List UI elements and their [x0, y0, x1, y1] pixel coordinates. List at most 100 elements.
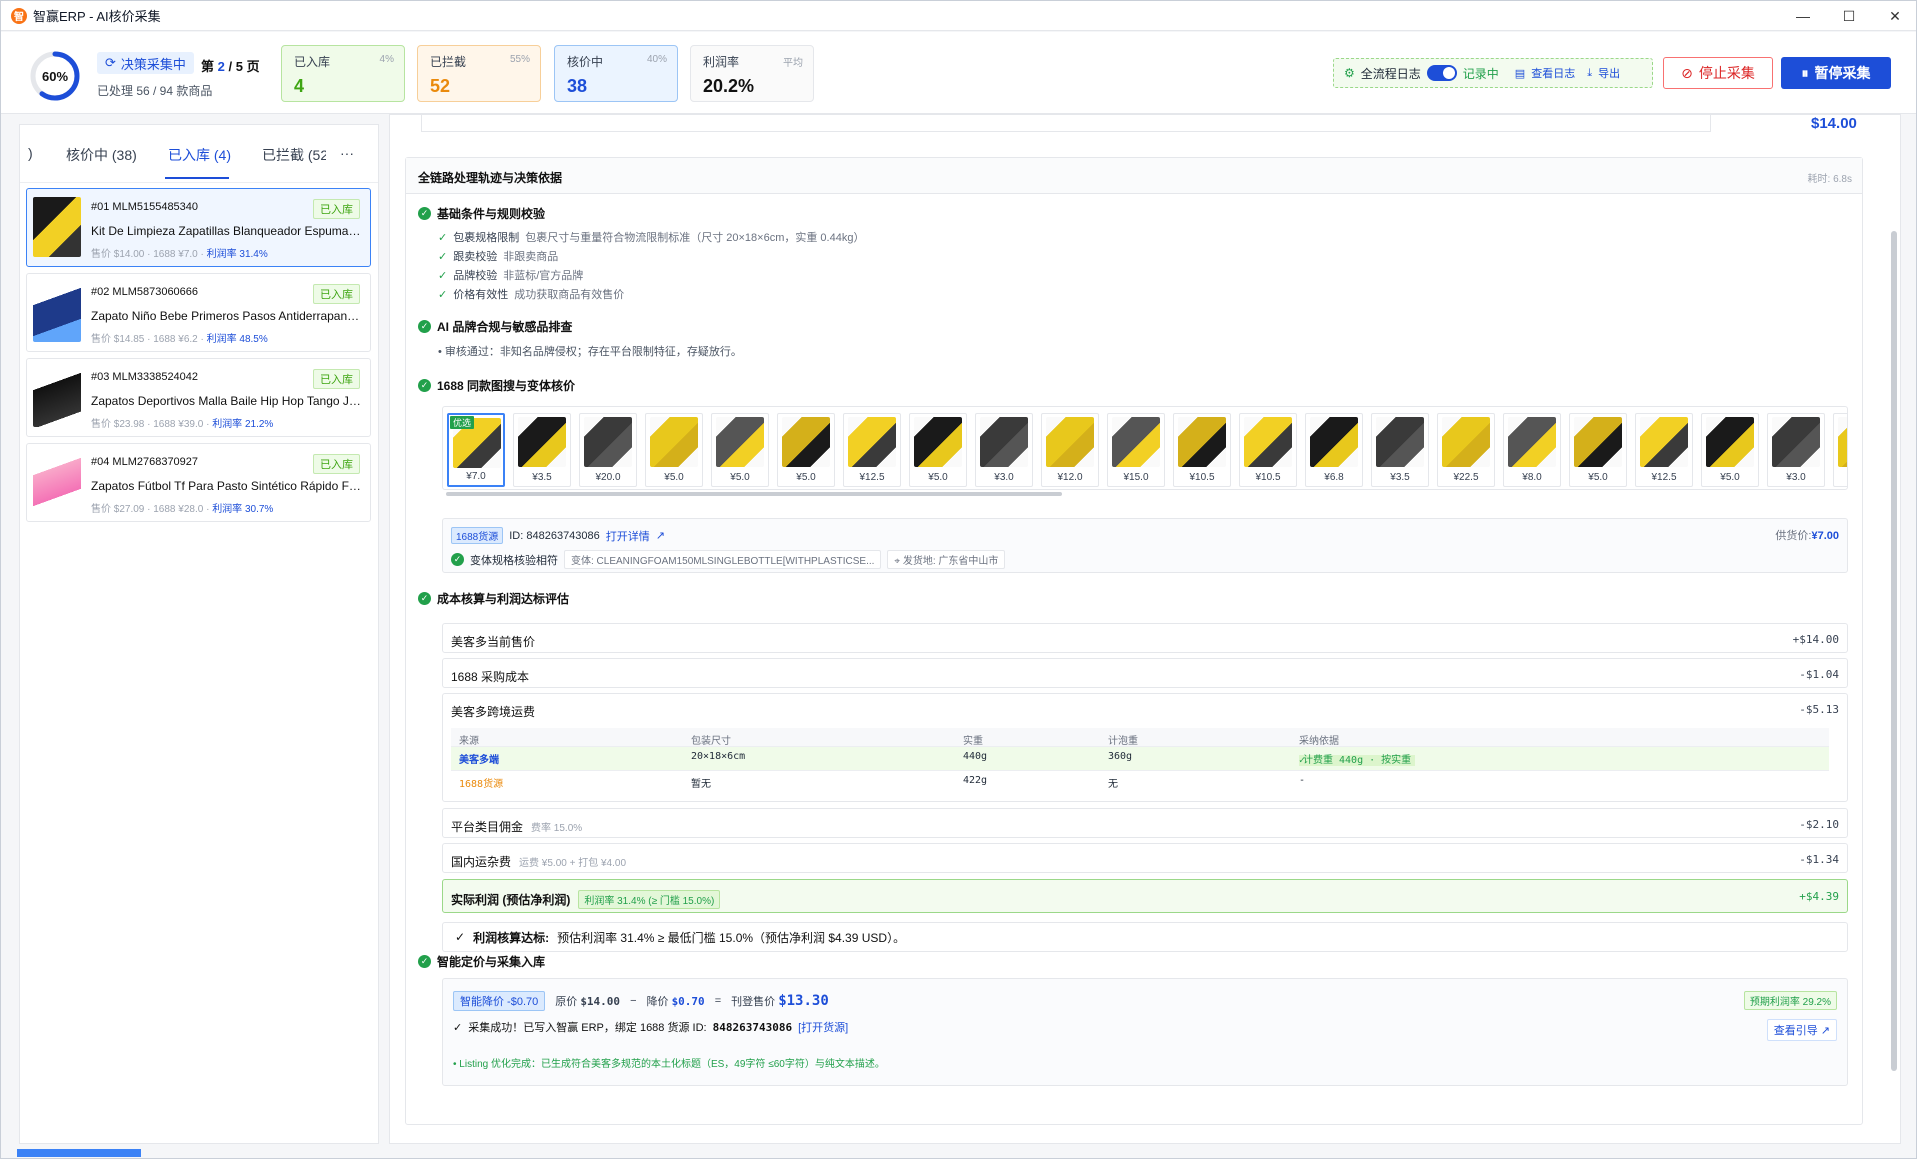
section-basic-checks: ✓ 基础条件与规则校验: [418, 205, 545, 222]
page-indicator: 第 2 / 5 页: [201, 59, 260, 74]
variant-image: [1508, 417, 1556, 467]
window-title: 智赢ERP - AI核价采集: [33, 9, 161, 24]
product-thumbnail: [33, 367, 81, 427]
variant-image: [782, 417, 830, 467]
stat-card-margin: 利润率 平均 20.2%: [690, 45, 814, 102]
variant-price: ¥5.0: [928, 472, 948, 483]
variant-thumbnail[interactable]: ¥6.8: [1305, 413, 1363, 487]
variant-thumbnail[interactable]: ¥15.0: [1107, 413, 1165, 487]
check-row: ✓ 价格有效性 成功获取商品有效售价: [438, 288, 625, 302]
stop-button[interactable]: ⊘ 停止采集: [1663, 57, 1773, 89]
variant-image: [914, 417, 962, 467]
variant-price: ¥12.0: [1057, 472, 1083, 483]
check-circle-icon: ✓: [418, 320, 431, 333]
maximize-button[interactable]: ☐: [1826, 1, 1872, 31]
more-tabs-icon[interactable]: ···: [340, 145, 354, 161]
variant-thumbnail[interactable]: ¥5.0: [777, 413, 835, 487]
variant-image: [1640, 417, 1688, 467]
variant-price: ¥3.0: [1786, 472, 1806, 483]
view-log-link[interactable]: 查看日志: [1531, 65, 1575, 81]
list-item[interactable]: #02 MLM5873060666 已入库 Zapato Niño Bebe P…: [26, 273, 371, 352]
variant-thumbnail[interactable]: ¥12.5: [1635, 413, 1693, 487]
check-icon: ✓: [455, 930, 466, 944]
minimize-button[interactable]: —: [1780, 1, 1826, 31]
check-row: ✓ 包裹规格限制 包裹尺寸与重量符合物流限制标准（尺寸 20×18×6cm，实重 0…: [438, 231, 865, 245]
previous-price: $14.00: [1811, 115, 1857, 132]
variant-thumbnail[interactable]: ¥7.0 优选: [447, 413, 505, 487]
export-link[interactable]: 导出: [1598, 65, 1620, 81]
variant-thumbnail[interactable]: ¥12.0: [1041, 413, 1099, 487]
item-code: #01 MLM5155485340: [91, 201, 199, 213]
variant-thumbnail[interactable]: ¥22.5: [1437, 413, 1495, 487]
variant-thumbnail[interactable]: ¥3.0: [975, 413, 1033, 487]
variant-image: [1772, 417, 1820, 467]
variant-thumbnail[interactable]: ¥3.5: [513, 413, 571, 487]
item-name: Zapatos Fútbol Tf Para Pasto Sintético R…: [91, 479, 361, 493]
variant-thumbnail[interactable]: ¥8.0: [1503, 413, 1561, 487]
check-circle-icon: ✓: [451, 553, 464, 566]
variant-image: [716, 417, 764, 467]
status-tag: 已入库: [313, 454, 360, 474]
variant-thumbnail[interactable]: ¥5.0: [909, 413, 967, 487]
variant-thumbnail[interactable]: ¥5.0: [1701, 413, 1759, 487]
item-code: #03 MLM3338524042: [91, 371, 199, 383]
variant-thumbnail[interactable]: ¥3.0: [1767, 413, 1825, 487]
variant-thumbnail[interactable]: ¥20.0: [579, 413, 637, 487]
variant-thumbnail[interactable]: ¥3: [1833, 413, 1847, 487]
open-detail-link[interactable]: 打开详情: [606, 528, 650, 544]
tab-pricing[interactable]: 核价中 (38): [66, 145, 137, 165]
close-button[interactable]: ✕: [1872, 1, 1916, 31]
check-circle-icon: ✓: [418, 207, 431, 220]
decision-trace-panel: 全链路处理轨迹与决策依据 耗时: 6.8s ✓ 基础条件与规则校验 ✓ 包裹规格限制…: [405, 157, 1863, 1125]
cost-row-sale-price: 美客多当前售价 +$14.00: [442, 623, 1848, 653]
check-row: ✓ 跟卖校验 非跟卖商品: [438, 250, 559, 264]
vertical-scrollbar[interactable]: [1891, 231, 1897, 1071]
tab-stored[interactable]: 已入库 (4): [168, 145, 231, 165]
tab-blocked[interactable]: 已拦截 (52: [262, 145, 326, 165]
product-thumbnail: [33, 282, 81, 342]
stat-card-blocked: 已拦截 55% 52: [417, 45, 541, 102]
log-toggle[interactable]: [1426, 65, 1457, 81]
location-icon: ⌖: [894, 556, 901, 567]
check-icon: ✓: [438, 269, 448, 282]
variant-thumbnail[interactable]: ¥12.5: [843, 413, 901, 487]
list-item[interactable]: #01 MLM5155485340 已入库 Kit De Limpieza Za…: [26, 188, 371, 267]
variant-thumbnail[interactable]: ¥10.5: [1173, 413, 1231, 487]
item-code: #02 MLM5873060666: [91, 286, 199, 298]
variant-image: [1046, 417, 1094, 467]
variant-price: ¥5.0: [730, 472, 750, 483]
origin-pill: ⌖ 发货地: 广东省中山市: [887, 550, 1006, 569]
variant-price: ¥6.8: [1324, 472, 1344, 483]
stop-icon: ⊘: [1681, 64, 1693, 81]
log-label: 全流程日志: [1360, 66, 1421, 81]
variant-thumbnail[interactable]: ¥5.0: [1569, 413, 1627, 487]
pause-button[interactable]: ⏸ 暂停采集: [1781, 57, 1891, 89]
variant-thumbnail[interactable]: ¥5.0: [645, 413, 703, 487]
open-source-link[interactable]: [打开货源]: [798, 1019, 848, 1035]
product-thumbnail: [33, 452, 81, 512]
elapsed-time: 耗时: 6.8s: [1807, 174, 1852, 185]
stat-card-pricing: 核价中 40% 38: [554, 45, 678, 102]
list-item[interactable]: #03 MLM3338524042 已入库 Zapatos Deportivos…: [26, 358, 371, 437]
download-icon: ⤓: [1587, 66, 1593, 79]
status-tag: 已入库: [313, 199, 360, 219]
status-badge: ⟳ 决策采集中: [97, 52, 194, 74]
variant-thumbnail[interactable]: ¥5.0: [711, 413, 769, 487]
net-profit-value: +$4.39: [1799, 890, 1839, 903]
view-guide-button[interactable]: 查看引导 ↗: [1766, 1019, 1837, 1041]
log-controls: ⚙ 全流程日志 记录中 ▤ 查看日志 ⤓ 导出: [1333, 58, 1653, 88]
source-id: ID: 848263743086: [509, 529, 600, 542]
profit-pass-row: ✓ 利润核算达标: 预估利润率 31.4% ≥ 最低门槛 15.0%（预估净利润 $…: [442, 922, 1848, 952]
table-row: 美客多端 20×18×6cm 440g 360g ✓ 计费重 440g · 按实重: [451, 746, 1829, 770]
panel-header: 全链路处理轨迹与决策依据 耗时: 6.8s: [406, 158, 1862, 194]
best-badge: 优选: [450, 416, 475, 429]
variant-thumbnail[interactable]: ¥3.5: [1371, 413, 1429, 487]
variant-thumbnail[interactable]: ¥10.5: [1239, 413, 1297, 487]
status-tag: 已入库: [313, 369, 360, 389]
horizontal-scrollbar[interactable]: [446, 492, 1062, 496]
list-item[interactable]: #04 MLM2768370927 已入库 Zapatos Fútbol Tf …: [26, 443, 371, 522]
list-tabs: ) 核价中 (38) 已入库 (4) 已拦截 (52 ···: [20, 125, 378, 183]
tab-partial[interactable]: ): [28, 145, 33, 161]
variant-image: [518, 417, 566, 467]
variant-image: [1244, 417, 1292, 467]
